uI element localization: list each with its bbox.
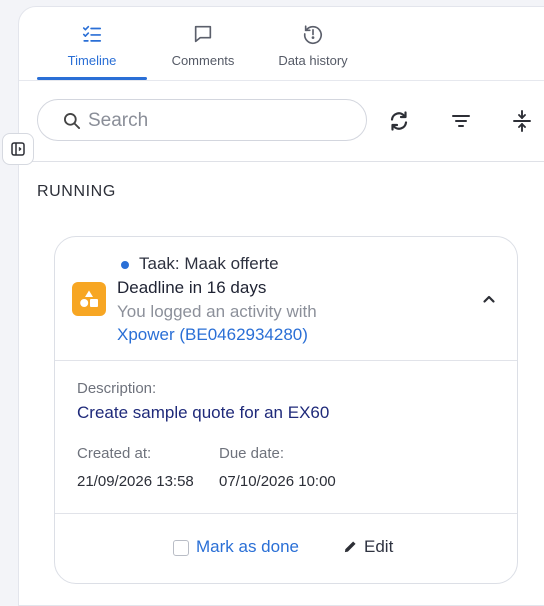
task-title: Taak: Maak offerte bbox=[139, 254, 279, 273]
activity-actions: Mark as done Edit bbox=[55, 515, 517, 583]
status-dot bbox=[121, 261, 129, 269]
deadline-text: Deadline in 16 days bbox=[117, 278, 267, 297]
checklist-icon bbox=[82, 25, 102, 42]
section-title: RUNNING bbox=[37, 183, 116, 200]
activity-details: Description: Create sample quote for an … bbox=[55, 362, 517, 514]
expand-vertical-icon[interactable] bbox=[510, 109, 534, 133]
search-box[interactable] bbox=[37, 99, 367, 141]
activity-card-header[interactable]: Taak: Maak offerte Deadline in 16 days Y… bbox=[55, 237, 517, 361]
tab-data-history[interactable]: Data history bbox=[267, 7, 359, 81]
description-value: Create sample quote for an EX60 bbox=[77, 403, 330, 422]
due-date-label: Due date: bbox=[219, 445, 285, 462]
panel-toggle-icon bbox=[11, 142, 25, 156]
created-at-value: 21/09/2026 13:58 bbox=[77, 473, 194, 490]
sidebar-toggle-button[interactable] bbox=[2, 133, 34, 165]
tab-bar: Timeline Comments Data history bbox=[19, 7, 544, 81]
search-icon bbox=[63, 113, 81, 129]
comment-icon bbox=[194, 25, 212, 43]
active-tab-indicator bbox=[37, 77, 147, 80]
search-input[interactable] bbox=[88, 108, 348, 134]
task-type-icon bbox=[72, 282, 106, 316]
tab-timeline-label: Timeline bbox=[67, 53, 117, 68]
company-link[interactable]: Xpower (BE0462934280) bbox=[117, 325, 308, 345]
mark-as-done-button[interactable]: Mark as done bbox=[196, 537, 299, 557]
tab-timeline[interactable]: Timeline bbox=[37, 7, 147, 81]
tab-comments-label: Comments bbox=[171, 53, 235, 68]
detail-panel: Timeline Comments Data history Search RU… bbox=[18, 6, 544, 606]
timeline-toolbar bbox=[19, 82, 544, 162]
activity-card: Taak: Maak offerte Deadline in 16 days Y… bbox=[54, 236, 518, 584]
shapes-icon bbox=[80, 290, 98, 307]
description-label: Description: bbox=[77, 380, 157, 397]
history-icon bbox=[303, 25, 323, 45]
activity-summary: You logged an activity with bbox=[117, 302, 317, 321]
refresh-icon[interactable] bbox=[387, 109, 411, 133]
due-date-value: 07/10/2026 10:00 bbox=[219, 473, 336, 490]
pencil-icon bbox=[344, 541, 356, 553]
tab-comments[interactable]: Comments bbox=[159, 7, 247, 81]
created-at-label: Created at: bbox=[77, 445, 152, 462]
edit-label: Edit bbox=[364, 537, 394, 556]
mark-done-checkbox[interactable] bbox=[173, 540, 189, 556]
chevron-up-icon[interactable] bbox=[479, 289, 499, 309]
filter-icon[interactable] bbox=[449, 109, 473, 133]
tab-data-history-label: Data history bbox=[278, 53, 348, 68]
